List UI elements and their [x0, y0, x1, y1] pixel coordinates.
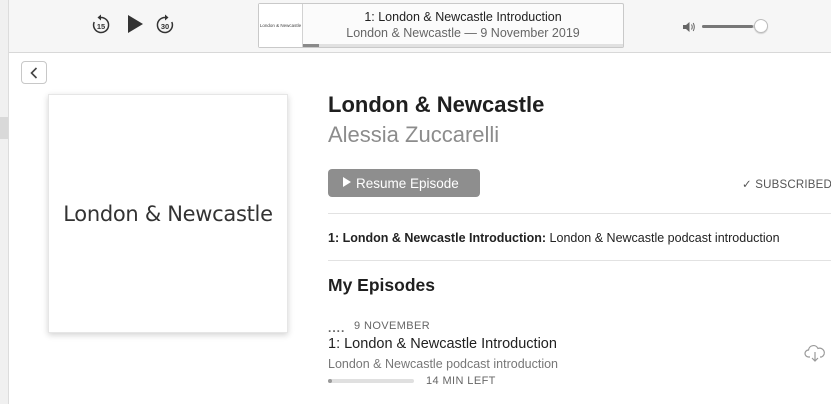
back-button[interactable]	[21, 61, 47, 84]
now-playing-title: 1: London & Newcastle Introduction	[364, 10, 562, 24]
podcast-artwork-text: London & Newcastle	[63, 201, 273, 226]
featured-episode-text: London & Newcastle podcast introduction	[549, 231, 780, 245]
featured-episode-description: 1: London & Newcastle Introduction: Lond…	[328, 231, 780, 245]
now-playing-subtitle: London & Newcastle — 9 November 2019	[346, 26, 580, 40]
episode-time-left: 14 MIN LEFT	[426, 375, 496, 387]
episode-status-dots: ....	[328, 321, 346, 335]
playback-progress-fill	[303, 44, 319, 47]
chevron-left-icon	[30, 66, 38, 79]
my-episodes-heading: My Episodes	[328, 275, 435, 295]
volume-slider[interactable]	[702, 25, 762, 28]
episode-description: London & Newcastle podcast introduction	[328, 357, 559, 371]
skip-forward-button[interactable]: 30	[155, 14, 175, 41]
play-icon	[128, 15, 143, 33]
play-button[interactable]	[125, 13, 145, 40]
sidebar-selected-item[interactable]	[0, 117, 8, 139]
skip-back-seconds: 15	[97, 22, 105, 31]
sidebar-strip	[0, 0, 9, 404]
cloud-download-icon	[804, 345, 825, 362]
skip-back-button[interactable]: 15	[91, 14, 111, 41]
episode-progress-fill	[328, 379, 333, 383]
download-button[interactable]	[804, 344, 826, 367]
podcast-artwork: London & Newcastle	[48, 94, 288, 333]
episode-date: 9 NOVEMBER	[354, 320, 431, 332]
volume-icon	[682, 20, 696, 38]
skip-forward-seconds: 30	[161, 22, 169, 31]
now-playing-artwork-text: London & Newcastle	[259, 23, 302, 28]
playback-progress-bar[interactable]	[303, 44, 623, 47]
skip-forward-30-icon: 30	[156, 14, 174, 34]
play-icon	[343, 177, 351, 187]
now-playing-artwork: London & Newcastle	[259, 4, 303, 47]
episode-title[interactable]: 1: London & Newcastle Introduction	[328, 336, 557, 352]
skip-back-15-icon: 15	[92, 14, 110, 34]
resume-episode-label: Resume Episode	[356, 175, 459, 191]
featured-episode-title: 1: London & Newcastle Introduction:	[328, 231, 547, 245]
subscribed-button[interactable]: ✓ SUBSCRIBED	[742, 177, 831, 191]
divider	[328, 260, 831, 261]
episode-progress-bar	[328, 379, 414, 383]
podcast-author[interactable]: Alessia Zuccarelli	[328, 122, 499, 148]
now-playing-display[interactable]: London & Newcastle 1: London & Newcastle…	[258, 3, 624, 48]
podcast-title: London & Newcastle	[328, 92, 545, 117]
volume-fill	[702, 25, 753, 28]
player-toolbar: 15 30 London & Newcastle 1: London & New…	[9, 0, 831, 53]
volume-slider-knob[interactable]	[754, 19, 768, 33]
divider	[328, 213, 831, 214]
resume-episode-button[interactable]: Resume Episode	[328, 169, 480, 197]
